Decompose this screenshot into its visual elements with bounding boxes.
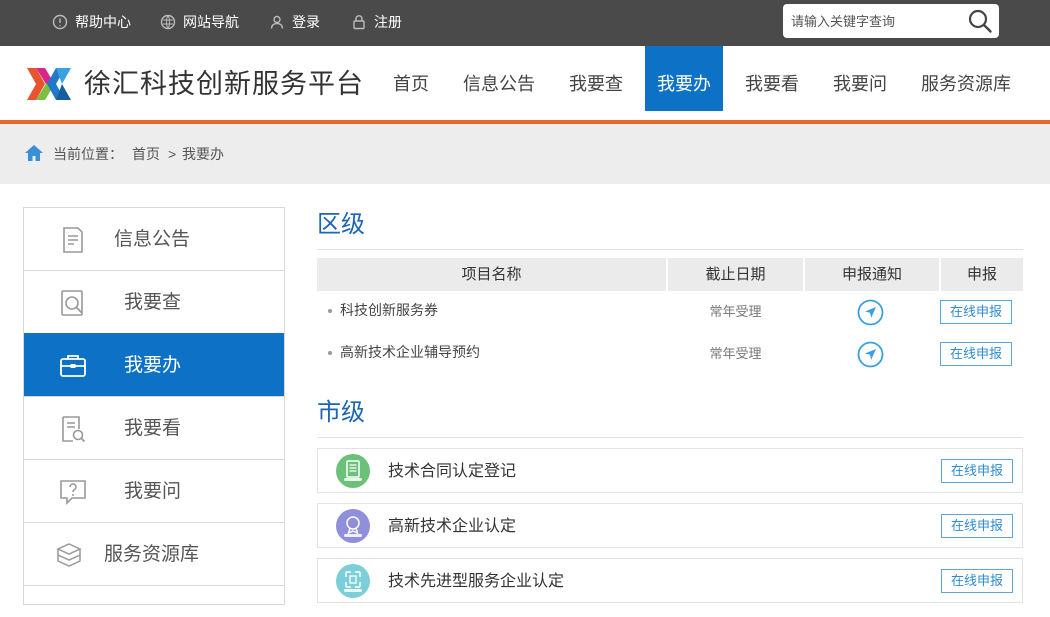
help-icon xyxy=(52,14,68,30)
apply-online-button[interactable]: 在线申报 xyxy=(941,459,1013,483)
register-link[interactable]: 注册 xyxy=(351,12,402,32)
nav-home[interactable]: 首页 xyxy=(380,46,442,110)
table-row[interactable]: 科技创新服务券 xyxy=(328,300,438,320)
site-nav-link[interactable]: 网站导航 xyxy=(160,12,239,32)
search-input[interactable] xyxy=(791,11,961,31)
certificate-icon xyxy=(336,509,370,543)
list-item[interactable]: 技术合同认定登记 在线申报 xyxy=(317,448,1023,493)
briefcase-icon xyxy=(60,355,86,377)
city-item-name: 技术合同认定登记 xyxy=(388,463,517,480)
sidebar-item-label: 服务资源库 xyxy=(104,544,200,565)
nav-ask[interactable]: 我要问 xyxy=(824,46,896,110)
breadcrumb-current: 我要办 xyxy=(182,146,224,162)
section-divider xyxy=(317,437,1023,438)
project-name: 科技创新服务券 xyxy=(340,302,438,318)
sidebar-item-label: 我要办 xyxy=(124,355,182,376)
site-title[interactable]: 徐汇科技创新服务平台 xyxy=(84,68,364,100)
sidebar-item-label: 信息公告 xyxy=(114,229,191,250)
nav-query[interactable]: 我要查 xyxy=(560,46,632,110)
document-icon xyxy=(63,227,83,253)
sidebar-divider xyxy=(24,585,284,586)
notice-icon[interactable] xyxy=(857,299,884,326)
sidebar-item-announcements[interactable]: 信息公告 xyxy=(24,207,284,270)
section-divider xyxy=(317,249,1023,250)
help-center-link[interactable]: 帮助中心 xyxy=(52,12,131,32)
deadline-value: 常年受理 xyxy=(709,346,762,361)
help-center-label: 帮助中心 xyxy=(75,14,131,30)
breadcrumb-separator: > xyxy=(168,146,177,162)
search-doc-icon xyxy=(61,290,83,316)
nav-view[interactable]: 我要看 xyxy=(736,46,808,110)
sidebar-item-handle[interactable]: 我要办 xyxy=(24,333,284,396)
list-item[interactable]: 技术先进型服务企业认定 在线申报 xyxy=(317,558,1023,603)
city-item-name: 技术先进型服务企业认定 xyxy=(388,573,565,590)
list-item[interactable]: 高新技术企业认定 在线申报 xyxy=(317,503,1023,548)
table-row[interactable]: 高新技术企业辅导预约 xyxy=(328,342,480,362)
sidebar-item-label: 我要问 xyxy=(124,481,182,502)
register-label: 注册 xyxy=(374,14,402,30)
search-box xyxy=(783,4,999,38)
search-icon[interactable] xyxy=(967,8,993,34)
lock-icon xyxy=(353,15,365,30)
question-icon xyxy=(60,480,86,505)
login-label: 登录 xyxy=(292,14,320,30)
sidebar-item-resources[interactable]: 服务资源库 xyxy=(24,522,284,585)
nav-handle[interactable]: 我要办 xyxy=(645,46,723,111)
city-item-name: 高新技术企业认定 xyxy=(388,518,517,535)
apply-online-button[interactable]: 在线申报 xyxy=(940,300,1012,324)
top-utility-bar: 帮助中心 网站导航 登录 注册 xyxy=(0,0,1050,46)
section-title-district: 区级 xyxy=(317,211,365,238)
breadcrumb-home-link[interactable]: 首页 xyxy=(132,145,160,163)
nav-announcements[interactable]: 信息公告 xyxy=(456,46,542,110)
breadcrumb-prefix: 当前位置： xyxy=(53,146,123,162)
home-icon xyxy=(25,145,43,161)
logo-icon[interactable] xyxy=(25,66,73,102)
sidebar-item-label: 我要查 xyxy=(124,292,182,313)
notice-icon[interactable] xyxy=(857,341,884,368)
column-header-name: 项目名称 xyxy=(317,258,666,291)
bullet xyxy=(328,351,332,356)
project-name: 高新技术企业辅导预约 xyxy=(340,344,480,360)
view-doc-icon xyxy=(62,416,86,443)
breadcrumb: 当前位置： 首页 > 我要办 xyxy=(0,124,1050,184)
deadline-value: 常年受理 xyxy=(709,304,762,319)
column-header-deadline: 截止日期 xyxy=(668,258,803,291)
apply-online-button[interactable]: 在线申报 xyxy=(941,514,1013,538)
site-nav-label: 网站导航 xyxy=(183,14,239,30)
globe-icon xyxy=(160,14,176,30)
column-header-apply: 申报 xyxy=(941,258,1023,291)
nav-resources[interactable]: 服务资源库 xyxy=(912,46,1020,110)
user-icon xyxy=(270,15,284,29)
sidebar-item-label: 我要看 xyxy=(124,418,182,439)
contract-icon xyxy=(336,454,370,488)
section-title-city: 市级 xyxy=(317,399,365,426)
boxes-icon xyxy=(56,543,82,567)
column-header-notice: 申报通知 xyxy=(805,258,939,291)
apply-online-button[interactable]: 在线申报 xyxy=(941,569,1013,593)
bullet xyxy=(328,309,332,314)
login-link[interactable]: 登录 xyxy=(269,12,320,32)
apply-online-button[interactable]: 在线申报 xyxy=(940,342,1012,366)
sidebar-item-view[interactable]: 我要看 xyxy=(24,396,284,459)
sidebar-item-ask[interactable]: 我要问 xyxy=(24,459,284,522)
site-header: 徐汇科技创新服务平台 首页 信息公告 我要查 我要办 我要看 我要问 服务资源库 xyxy=(0,46,1050,120)
service-icon xyxy=(336,564,370,598)
sidebar: 信息公告 我要查 我要办 我要看 我要问 服务资源库 xyxy=(23,207,285,605)
sidebar-item-query[interactable]: 我要查 xyxy=(24,270,284,333)
